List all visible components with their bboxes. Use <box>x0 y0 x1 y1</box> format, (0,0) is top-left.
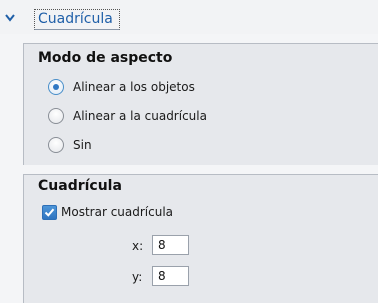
grid-y-input[interactable] <box>152 266 189 286</box>
radio-selected-icon[interactable] <box>48 79 64 95</box>
grid-x-label: x: <box>132 239 144 253</box>
section-title-grid-header[interactable]: Cuadrícula <box>34 9 120 30</box>
grid-y-label: y: <box>132 270 143 284</box>
radio-unselected-icon[interactable] <box>48 137 64 153</box>
checkmark-icon[interactable] <box>42 204 57 220</box>
grid-group: Cuadrícula Mostrar cuadrícula x: y: <box>23 174 378 303</box>
radio-align-objects[interactable]: Alinear a los objetos <box>48 77 195 97</box>
radio-unselected-icon[interactable] <box>48 108 64 124</box>
grid-x-input[interactable] <box>152 235 189 255</box>
radio-align-grid[interactable]: Alinear a la cuadrícula <box>48 106 207 126</box>
aspect-mode-title: Modo de aspecto <box>38 50 173 66</box>
show-grid-label: Mostrar cuadrícula <box>61 205 174 219</box>
grid-title: Cuadrícula <box>38 178 122 194</box>
chevron-down-icon[interactable] <box>3 11 17 25</box>
aspect-mode-group: Modo de aspecto Alinear a los objetos Al… <box>23 43 378 165</box>
radio-align-objects-label: Alinear a los objetos <box>73 80 195 94</box>
radio-none-label: Sin <box>73 138 92 152</box>
radio-align-grid-label: Alinear a la cuadrícula <box>73 109 207 123</box>
properties-header: Cuadrícula <box>0 0 378 34</box>
show-grid-checkbox[interactable]: Mostrar cuadrícula <box>42 202 173 222</box>
radio-none[interactable]: Sin <box>48 135 92 155</box>
